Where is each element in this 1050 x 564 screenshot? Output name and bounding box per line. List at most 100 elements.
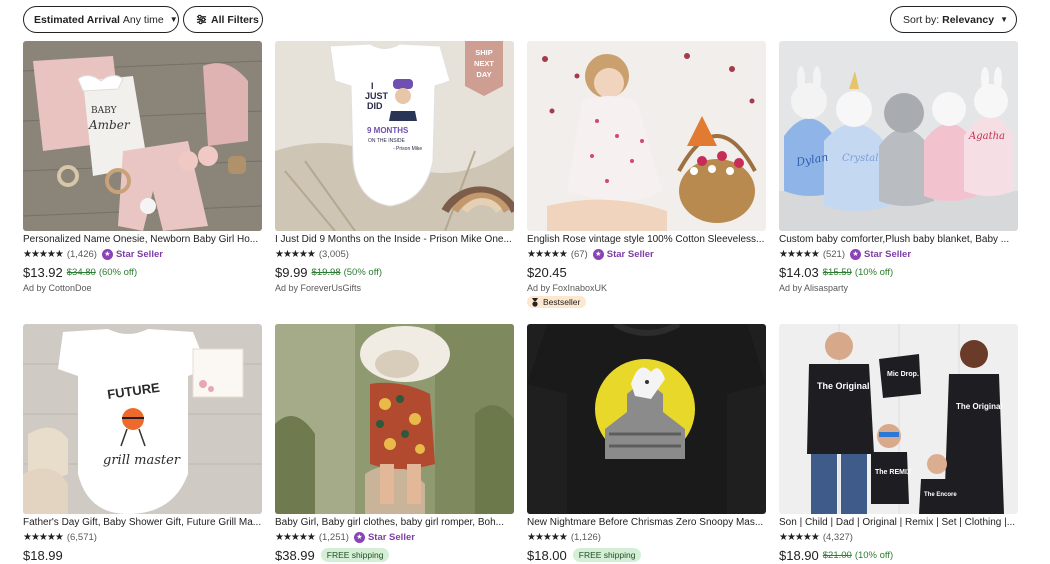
sort-dropdown[interactable]: Sort by: Relevancy ▼	[890, 6, 1017, 33]
sale-price: $20.45	[527, 264, 567, 280]
onesie-text: grill master	[103, 453, 181, 468]
product-image[interactable]	[527, 324, 766, 514]
star-seller-badge: ★ Star Seller	[353, 531, 415, 543]
product-title[interactable]: Personalized Name Onesie, Newborn Baby G…	[23, 234, 262, 246]
product-image[interactable]: The Original Mic Drop. The Original The …	[779, 324, 1018, 514]
sale-price: $13.92	[23, 264, 63, 280]
star-seller-icon: ★	[850, 248, 862, 260]
product-image[interactable]: I JUST DID 9 MONTHS ON THE INSIDE - Pris…	[275, 41, 514, 231]
price-row: $9.99 $19.98 (50% off)	[275, 264, 514, 280]
product-card[interactable]: English Rose vintage style 100% Cotton S…	[527, 41, 766, 312]
rating-row: ★★★★★ (4,327)	[779, 531, 1018, 543]
product-title[interactable]: New Nightmare Before Chrismas Zero Snoop…	[527, 517, 766, 529]
star-seller-icon: ★	[353, 531, 365, 543]
onesie-photo: BABY Amber	[23, 41, 262, 231]
product-image[interactable]: FUTURE grill master	[23, 324, 262, 514]
shirt-text: The Encore	[924, 492, 957, 498]
svg-text:NEXT: NEXT	[474, 59, 494, 68]
star-seller-label: Star Seller	[367, 531, 415, 543]
star-seller-label: Star Seller	[606, 248, 654, 260]
rating-stars: ★★★★★	[527, 248, 568, 260]
ad-by-shop[interactable]: Ad by ForeverUsGifts	[275, 283, 514, 293]
free-shipping-badge: FREE shipping	[320, 548, 390, 562]
rating-stars: ★★★★★	[527, 531, 568, 543]
product-card[interactable]: Baby Girl, Baby girl clothes, baby girl …	[275, 324, 514, 563]
ad-by-shop[interactable]: Ad by Alisasparty	[779, 283, 1018, 293]
rating-stars: ★★★★★	[23, 248, 64, 260]
shirt-text: Mic Drop.	[887, 371, 919, 378]
embroidered-name: Agatha	[968, 131, 1005, 142]
estimated-arrival-value: Any time	[122, 13, 164, 26]
sale-price: $9.99	[275, 264, 308, 280]
discount-label: (60% off)	[98, 266, 138, 278]
discount-label: (10% off)	[854, 266, 894, 278]
price-row: $18.90 $21.00 (10% off)	[779, 547, 1018, 563]
all-filters-label: All Filters	[211, 13, 259, 26]
onesie-text: ON THE INSIDE	[368, 138, 406, 144]
original-price: $15.59	[822, 266, 852, 278]
review-count: (3,005)	[318, 248, 349, 260]
price-row: $18.00 FREE shipping	[527, 547, 766, 563]
product-image[interactable]: BABY Amber	[23, 41, 262, 231]
rating-row: ★★★★★ (1,126)	[527, 531, 766, 543]
product-image[interactable]: Dylan Crystal Agatha	[779, 41, 1018, 231]
price-row: $18.99	[23, 547, 262, 563]
estimated-arrival-dropdown[interactable]: Estimated Arrival Any time ▼	[23, 6, 179, 33]
review-count: (4,327)	[822, 531, 853, 543]
svg-text:Amber: Amber	[88, 118, 131, 132]
ad-by-shop[interactable]: Ad by CottonDoe	[23, 283, 262, 293]
onesie-text: 9 MONTHS	[367, 126, 409, 135]
product-card[interactable]: New Nightmare Before Chrismas Zero Snoop…	[527, 324, 766, 563]
original-price: $34.80	[66, 266, 96, 278]
star-seller-icon: ★	[101, 248, 113, 260]
rating-stars: ★★★★★	[275, 248, 316, 260]
estimated-arrival-label: Estimated Arrival	[34, 13, 120, 26]
sale-price: $14.03	[779, 264, 819, 280]
svg-text:DAY: DAY	[476, 70, 491, 79]
all-filters-button[interactable]: All Filters	[183, 6, 263, 33]
onesie-photo: I JUST DID 9 MONTHS ON THE INSIDE - Pris…	[275, 41, 514, 231]
product-card[interactable]: The Original Mic Drop. The Original The …	[779, 324, 1018, 563]
product-title[interactable]: Custom baby comforter,Plush baby blanket…	[779, 234, 1018, 246]
sale-price: $18.90	[779, 547, 819, 563]
product-card[interactable]: Dylan Crystal Agatha Custom baby comfort…	[779, 41, 1018, 293]
dress-photo	[527, 41, 766, 231]
product-card[interactable]: BABY Amber Personalized Name Onesie, New…	[23, 41, 262, 293]
sale-price: $38.99	[275, 547, 315, 563]
rating-row: ★★★★★ (3,005)	[275, 248, 514, 260]
shirt-text: The Original	[956, 402, 1003, 411]
price-row: $14.03 $15.59 (10% off)	[779, 264, 1018, 280]
svg-text:BABY: BABY	[91, 106, 118, 116]
product-image[interactable]	[275, 324, 514, 514]
svg-text:SHIP: SHIP	[475, 48, 493, 57]
rating-row: ★★★★★ (6,571)	[23, 531, 262, 543]
review-count: (67)	[570, 248, 588, 260]
ad-by-shop[interactable]: Ad by FoxInaboxUK	[527, 283, 766, 293]
chevron-down-icon: ▼	[169, 15, 178, 24]
star-seller-icon: ★	[592, 248, 604, 260]
rating-stars: ★★★★★	[779, 248, 820, 260]
discount-label: (50% off)	[343, 266, 382, 278]
product-title[interactable]: Father's Day Gift, Baby Shower Gift, Fut…	[23, 517, 262, 529]
product-title[interactable]: Son | Child | Dad | Original | Remix | S…	[779, 517, 1018, 529]
original-price: $21.00	[822, 549, 852, 561]
rating-row: ★★★★★ (521) ★ Star Seller	[779, 248, 1018, 260]
medal-icon	[532, 297, 538, 307]
onesie-text: DID	[367, 101, 383, 111]
shirt-text: The Original	[817, 381, 870, 391]
price-row: $20.45	[527, 264, 766, 280]
sale-price: $18.99	[23, 547, 63, 563]
product-title[interactable]: I Just Did 9 Months on the Inside - Pris…	[275, 234, 514, 246]
plush-photo: Dylan Crystal Agatha	[779, 41, 1018, 231]
product-title[interactable]: English Rose vintage style 100% Cotton S…	[527, 234, 766, 246]
product-image[interactable]	[527, 41, 766, 231]
rating-stars: ★★★★★	[275, 531, 316, 543]
product-card[interactable]: FUTURE grill master Father's Day Gift, B…	[23, 324, 262, 563]
product-card[interactable]: I JUST DID 9 MONTHS ON THE INSIDE - Pris…	[275, 41, 514, 293]
review-count: (1,426)	[66, 248, 97, 260]
star-seller-badge: ★ Star Seller	[592, 248, 654, 260]
product-title[interactable]: Baby Girl, Baby girl clothes, baby girl …	[275, 517, 514, 529]
rating-stars: ★★★★★	[23, 531, 64, 543]
tshirt-photo	[527, 324, 766, 514]
romper-photo	[275, 324, 514, 514]
